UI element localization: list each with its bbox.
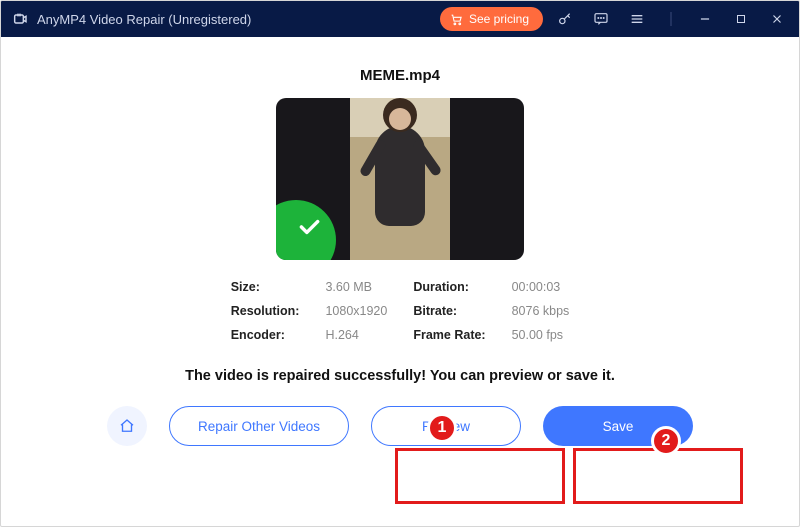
close-button[interactable] bbox=[763, 5, 791, 33]
menu-icon[interactable] bbox=[623, 5, 651, 33]
preview-label: Preview bbox=[422, 419, 470, 434]
duration-label: Duration: bbox=[413, 280, 485, 294]
minimize-button[interactable] bbox=[691, 5, 719, 33]
bitrate-value: 8076 kbps bbox=[512, 304, 570, 318]
see-pricing-label: See pricing bbox=[469, 12, 529, 26]
save-label: Save bbox=[603, 419, 634, 434]
feedback-icon[interactable] bbox=[587, 5, 615, 33]
repair-other-label: Repair Other Videos bbox=[198, 419, 320, 434]
video-info-grid: Size: 3.60 MB Duration: 00:00:03 Resolut… bbox=[231, 280, 570, 342]
bitrate-label: Bitrate: bbox=[413, 304, 485, 318]
checkmark-icon bbox=[296, 214, 322, 240]
thumbnail-image bbox=[350, 98, 450, 260]
button-row: Repair Other Videos Preview Save bbox=[107, 406, 693, 446]
video-thumbnail bbox=[276, 98, 524, 260]
duration-value: 00:00:03 bbox=[512, 280, 570, 294]
cart-icon bbox=[450, 13, 463, 26]
encoder-label: Encoder: bbox=[231, 328, 300, 342]
framerate-value: 50.00 fps bbox=[512, 328, 570, 342]
maximize-button[interactable] bbox=[727, 5, 755, 33]
home-icon bbox=[118, 417, 136, 435]
success-badge bbox=[276, 200, 336, 260]
file-name: MEME.mp4 bbox=[360, 67, 440, 84]
see-pricing-button[interactable]: See pricing bbox=[440, 7, 543, 31]
size-label: Size: bbox=[231, 280, 300, 294]
framerate-label: Frame Rate: bbox=[413, 328, 485, 342]
repair-other-videos-button[interactable]: Repair Other Videos bbox=[169, 406, 349, 446]
home-button[interactable] bbox=[107, 406, 147, 446]
app-title: AnyMP4 Video Repair (Unregistered) bbox=[37, 12, 251, 27]
resolution-label: Resolution: bbox=[231, 304, 300, 318]
titlebar: AnyMP4 Video Repair (Unregistered) See p… bbox=[1, 1, 799, 37]
save-button[interactable]: Save bbox=[543, 406, 693, 446]
key-icon[interactable] bbox=[551, 5, 579, 33]
divider bbox=[659, 5, 683, 33]
encoder-value: H.264 bbox=[325, 328, 387, 342]
content-area: MEME.mp4 Size: 3.60 MB Duration: 00:00:0… bbox=[1, 37, 799, 470]
resolution-value: 1080x1920 bbox=[325, 304, 387, 318]
app-logo-icon bbox=[11, 10, 29, 28]
preview-button[interactable]: Preview bbox=[371, 406, 521, 446]
size-value: 3.60 MB bbox=[325, 280, 387, 294]
status-message: The video is repaired successfully! You … bbox=[185, 368, 615, 384]
